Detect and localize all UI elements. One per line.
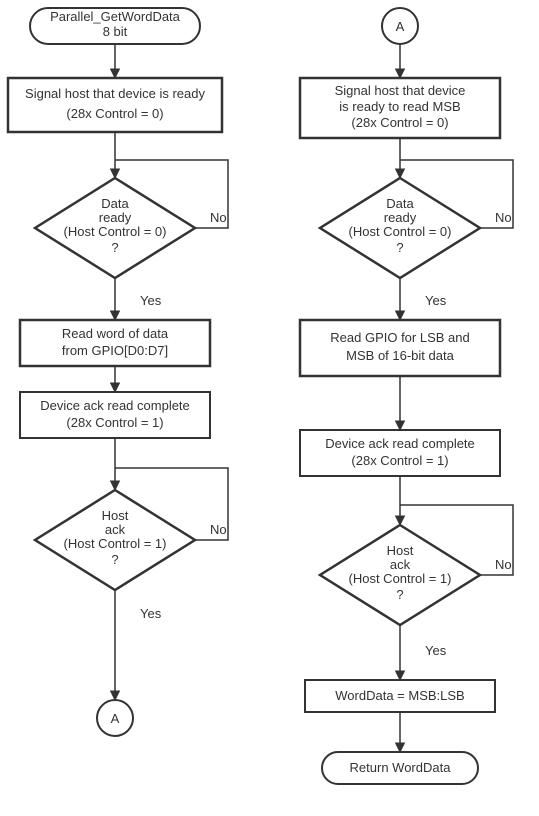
- right-signal-box: Signal host that device is ready to read…: [300, 78, 500, 138]
- left-data-ready-decision: Data ready (Host Control = 0) ?: [35, 178, 195, 278]
- left-ack-l2: (28x Control = 1): [66, 415, 163, 430]
- left-dready-l3: (Host Control = 0): [64, 224, 167, 239]
- right-flow: A Signal host that device is ready to re…: [300, 8, 513, 784]
- right-dready-no: No: [495, 210, 512, 225]
- right-ack-l2: (28x Control = 1): [351, 453, 448, 468]
- left-dready-yes: Yes: [140, 293, 162, 308]
- right-ack-box: Device ack read complete (28x Control = …: [300, 430, 500, 476]
- left-connector-a: A: [97, 700, 133, 736]
- right-host-ack-decision: Host ack (Host Control = 1) ?: [320, 525, 480, 625]
- right-word-l1: WordData = MSB:LSB: [335, 688, 464, 703]
- left-read-l2: from GPIO[D0:D7]: [62, 343, 168, 358]
- right-read-l1: Read GPIO for LSB and: [330, 330, 469, 345]
- left-signal-box: Signal host that device is ready (28x Co…: [8, 78, 222, 132]
- right-signal-l3: (28x Control = 0): [351, 115, 448, 130]
- right-return-terminator: Return WordData: [322, 752, 478, 784]
- right-ret-l1: Return WordData: [350, 760, 452, 775]
- right-signal-l2: is ready to read MSB: [339, 99, 460, 114]
- right-ack-l1: Device ack read complete: [325, 436, 475, 451]
- left-hack-yes: Yes: [140, 606, 162, 621]
- left-hack-l3: (Host Control = 1): [64, 536, 167, 551]
- start-text-l2: 8 bit: [103, 24, 128, 39]
- left-flow: Parallel_GetWordData 8 bit Signal host t…: [8, 8, 228, 736]
- left-hack-no: No: [210, 522, 227, 537]
- right-signal-l1: Signal host that device: [335, 83, 466, 98]
- left-dready-l1: Data: [101, 196, 129, 211]
- right-hack-no: No: [495, 557, 512, 572]
- right-dready-l4: ?: [396, 240, 403, 255]
- right-connector-a: A: [382, 8, 418, 44]
- right-dready-l1: Data: [386, 196, 414, 211]
- right-dready-l3: (Host Control = 0): [349, 224, 452, 239]
- left-conn-text: A: [111, 711, 120, 726]
- left-dready-l4: ?: [111, 240, 118, 255]
- left-host-ack-decision: Host ack (Host Control = 1) ?: [35, 490, 195, 590]
- right-dready-l2: ready: [384, 210, 417, 225]
- start-text-l1: Parallel_GetWordData: [50, 9, 181, 24]
- right-conn-text: A: [396, 19, 405, 34]
- left-hack-l4: ?: [111, 552, 118, 567]
- left-read-box: Read word of data from GPIO[D0:D7]: [20, 320, 210, 366]
- left-signal-l1: Signal host that device is ready: [25, 86, 205, 101]
- left-dready-no: No: [210, 210, 227, 225]
- left-hack-l2: ack: [105, 522, 126, 537]
- left-ack-box: Device ack read complete (28x Control = …: [20, 392, 210, 438]
- right-data-ready-decision: Data ready (Host Control = 0) ?: [320, 178, 480, 278]
- right-hack-l3: (Host Control = 1): [349, 571, 452, 586]
- left-read-l1: Read word of data: [62, 326, 169, 341]
- left-dready-l2: ready: [99, 210, 132, 225]
- right-hack-l4: ?: [396, 587, 403, 602]
- right-read-l2: MSB of 16-bit data: [346, 348, 454, 363]
- right-hack-l2: ack: [390, 557, 411, 572]
- right-hack-l1: Host: [387, 543, 414, 558]
- left-ack-l1: Device ack read complete: [40, 398, 190, 413]
- left-hack-l1: Host: [102, 508, 129, 523]
- left-signal-l2: (28x Control = 0): [66, 106, 163, 121]
- right-dready-yes: Yes: [425, 293, 447, 308]
- right-worddata-box: WordData = MSB:LSB: [305, 680, 495, 712]
- right-read-box: Read GPIO for LSB and MSB of 16-bit data: [300, 320, 500, 376]
- start-terminator: Parallel_GetWordData 8 bit: [30, 8, 200, 44]
- right-hack-yes: Yes: [425, 643, 447, 658]
- flowchart-diagram: Parallel_GetWordData 8 bit Signal host t…: [0, 0, 539, 816]
